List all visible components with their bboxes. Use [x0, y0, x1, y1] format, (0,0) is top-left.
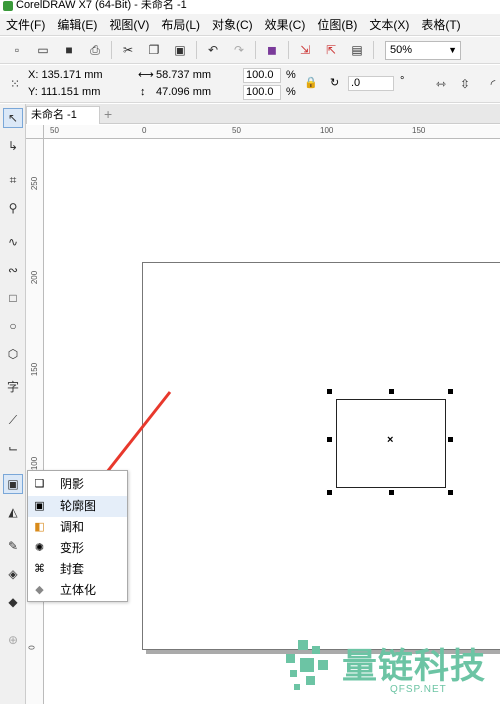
envelope-icon: ⌘: [34, 563, 45, 575]
flyout-item-envelope[interactable]: ⌘ 封套: [28, 559, 127, 580]
distort-icon: ✺: [34, 542, 45, 554]
flyout-item-distort[interactable]: ✺ 变形: [28, 538, 127, 559]
flyout-item-contour[interactable]: ▣ 轮廓图: [28, 496, 127, 517]
flyout-item-extrude[interactable]: ◆ 立体化: [28, 580, 127, 601]
watermark-url: QFSP.NET: [390, 684, 447, 695]
watermark: 量链科技 QFSP.NET: [280, 636, 500, 700]
flyout-label: 阴影: [60, 477, 85, 491]
shadow-icon: ❑: [34, 478, 45, 490]
contour-icon: ▣: [34, 500, 45, 512]
watermark-text: 量链科技: [342, 647, 487, 686]
flyout-label: 调和: [60, 520, 85, 534]
extrude-icon: ◆: [35, 584, 44, 596]
flyout-item-blend[interactable]: ◧ 调和: [28, 517, 127, 538]
flyout-label: 封套: [60, 562, 85, 576]
flyout-item-shadow[interactable]: ❑ 阴影: [28, 474, 127, 495]
flyout-label: 轮廓图: [60, 499, 97, 513]
flyout-label: 立体化: [60, 583, 97, 597]
flyout-label: 变形: [60, 541, 85, 555]
effects-flyout-menu: ❑ 阴影 ▣ 轮廓图 ◧ 调和 ✺ 变形 ⌘ 封套 ◆ 立体化: [27, 470, 128, 602]
watermark-logo-icon: [286, 640, 328, 690]
blend-icon: ◧: [34, 521, 45, 533]
